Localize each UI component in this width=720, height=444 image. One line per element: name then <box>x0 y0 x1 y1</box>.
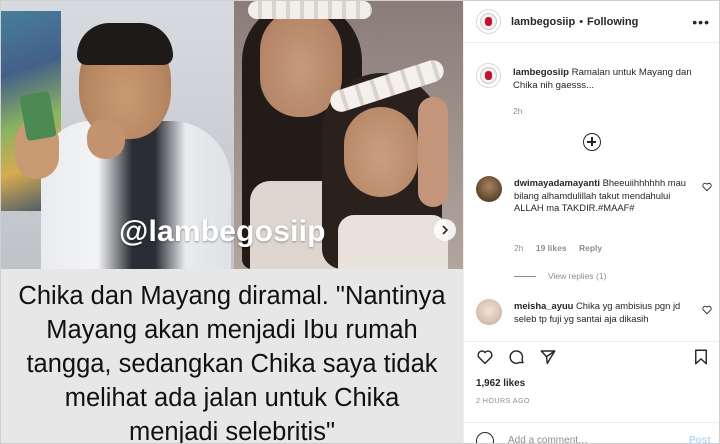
caption-username[interactable]: lambegosiip <box>513 67 569 78</box>
like-heart-icon[interactable] <box>476 348 494 366</box>
flower-crown-1 <box>248 1 372 19</box>
comment-time: 2h <box>514 243 524 253</box>
post-media[interactable]: @lambegosiip Chika dan Mayang diramal. "… <box>1 1 463 443</box>
add-comment-input[interactable]: Add a comment… <box>508 435 588 443</box>
media-caption-line: menjadi selebritis" <box>128 418 336 443</box>
post-comment-button[interactable]: Post <box>689 435 711 443</box>
commenter-avatar[interactable] <box>476 176 502 202</box>
reply-button[interactable]: Reply <box>579 243 602 253</box>
girl2-hand <box>418 97 448 207</box>
watermark-text: @lambegosiip <box>119 215 326 248</box>
separator-dot: • <box>579 15 584 28</box>
save-bookmark-icon[interactable] <box>692 348 710 366</box>
add-comment-bar: Add a comment… Post <box>464 422 719 443</box>
replies-divider <box>514 275 536 277</box>
emoji-icon[interactable] <box>476 432 494 443</box>
comment-likes[interactable]: 19 likes <box>536 243 567 253</box>
media-caption: Chika dan Mayang diramal. "Nantinya Maya… <box>1 279 463 443</box>
media-caption-line: tangga, sedangkan Chika saya tidak <box>26 350 438 378</box>
girl2-dress <box>338 215 448 269</box>
man-hand-chin <box>87 119 125 159</box>
comment-meta: 2h 19 likes Reply <box>514 243 612 253</box>
commenter-avatar[interactable] <box>476 299 502 325</box>
comment-bubble-icon[interactable] <box>508 348 526 366</box>
view-replies-label[interactable]: View replies (1) <box>548 271 606 281</box>
logo-icon <box>480 13 497 30</box>
load-more-comments-icon[interactable] <box>583 133 601 151</box>
comment-text: meisha_ayuu Chika yg ambisius pgn jd sel… <box>514 300 698 325</box>
avatar[interactable] <box>476 63 501 88</box>
header-username[interactable]: lambegosiip <box>511 16 575 28</box>
next-slide-button[interactable] <box>434 219 456 241</box>
caption-time: 2h <box>513 106 523 116</box>
media-caption-line: melihat ada jalan untuk Chika <box>64 384 400 412</box>
likes-count[interactable]: 1,962 likes <box>476 378 525 389</box>
girl2-face <box>344 107 418 197</box>
chevron-right-icon <box>442 225 449 235</box>
media-caption-line: Mayang akan menjadi Ibu rumah <box>46 316 418 344</box>
heart-icon[interactable] <box>702 182 712 192</box>
logo-icon <box>480 67 497 84</box>
heart-icon[interactable] <box>702 305 712 315</box>
man-hair <box>77 23 173 65</box>
more-options-icon[interactable]: ••• <box>692 14 710 30</box>
avatar[interactable] <box>476 9 501 34</box>
following-button[interactable]: Following <box>587 16 638 28</box>
action-bar <box>464 341 719 371</box>
caption-text: lambegosiip Ramalan untuk Mayang dan Chi… <box>513 66 713 92</box>
media-caption-line: Chika dan Mayang diramal. "Nantinya <box>18 282 446 310</box>
comment-text: dwimayadamayanti Bheeuiihhhhhh mau bilan… <box>514 177 698 215</box>
post-side-panel: lambegosiip • Following ••• lambegosiip … <box>463 1 719 443</box>
comment-username[interactable]: dwimayadamayanti <box>514 177 600 188</box>
share-paper-plane-icon[interactable] <box>539 348 557 366</box>
view-replies[interactable]: View replies (1) <box>514 271 606 281</box>
comment-username[interactable]: meisha_ayuu <box>514 300 573 311</box>
post-timestamp: 2 HOURS AGO <box>476 396 530 405</box>
post-header: lambegosiip • Following ••• <box>464 1 719 43</box>
